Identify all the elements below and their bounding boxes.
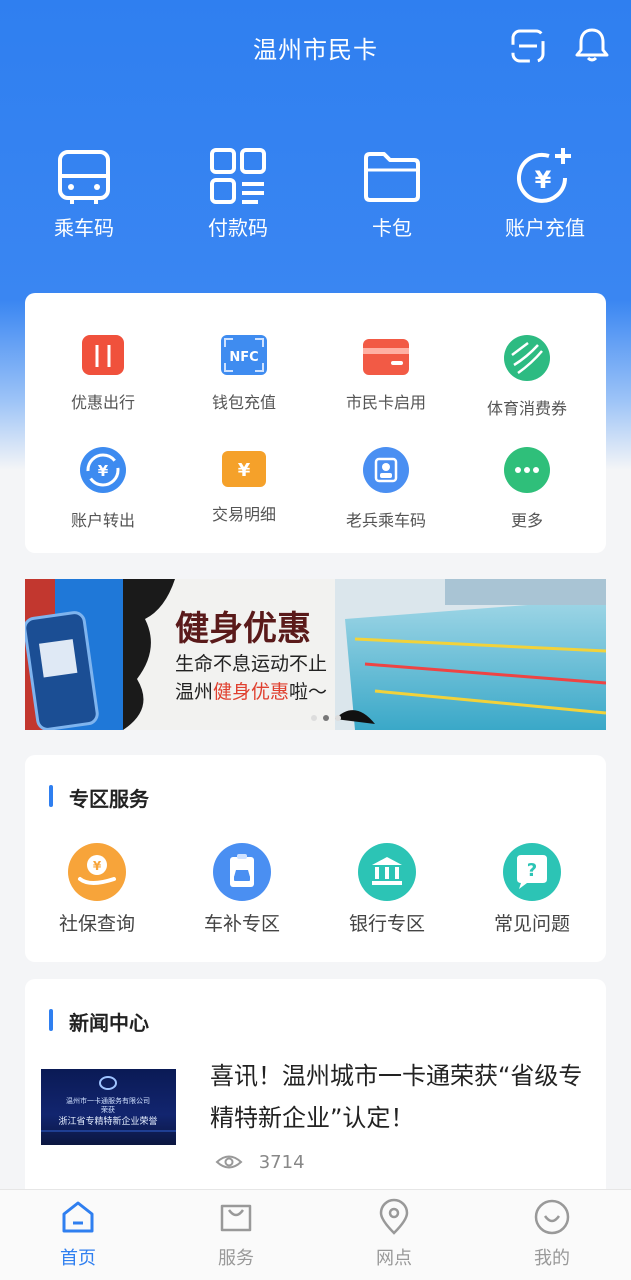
eye-icon xyxy=(215,1155,243,1169)
folder-icon xyxy=(364,152,420,202)
banner-pagination xyxy=(308,706,344,725)
suitcase-icon xyxy=(82,331,124,375)
banner-line2: 温州健身优惠啦～ xyxy=(175,677,327,704)
news-meta: 3714 xyxy=(215,1151,305,1173)
scan-icon[interactable] xyxy=(510,28,546,64)
service-label: 账户转出 xyxy=(70,511,135,530)
tab-mine-label: 我的 xyxy=(534,1248,570,1269)
bus-icon xyxy=(58,150,110,204)
svg-text:¥: ¥ xyxy=(98,462,109,480)
zone-section-title: 专区服务 xyxy=(49,783,149,812)
payment-code-label: 付款码 xyxy=(208,216,268,240)
news-thumb-line3: 浙江省专精特新企业荣誉 xyxy=(58,1115,157,1127)
zone-services-card: 专区服务 ¥ 社保查询 车补专区 银行专区 ? 常见问题 xyxy=(25,755,606,962)
smile-icon xyxy=(534,1199,570,1235)
card-wallet-button[interactable]: 卡包 xyxy=(332,140,452,241)
news-view-count: 3714 xyxy=(258,1151,305,1173)
news-card: 新闻中心 温州市一卡通服务有限公司 荣获 浙江省专精特新企业荣誉 喜讯！温州城市… xyxy=(25,979,606,1219)
tab-services[interactable]: 服务 xyxy=(176,1198,296,1270)
news-section-title: 新闻中心 xyxy=(49,1007,149,1036)
tab-services-label: 服务 xyxy=(218,1248,254,1269)
tab-home-label: 首页 xyxy=(60,1248,96,1269)
service-sports-voucher[interactable]: 体育消费券 xyxy=(457,335,597,419)
service-discount-travel[interactable]: 优惠出行 xyxy=(33,331,173,413)
social-security-icon: ¥ xyxy=(68,843,126,901)
banner-dot[interactable] xyxy=(311,715,317,721)
payment-code-button[interactable]: 付款码 xyxy=(178,140,298,241)
zone-item-label: 车补专区 xyxy=(203,913,280,935)
tab-mine[interactable]: 我的 xyxy=(492,1198,612,1270)
banner-dot-active[interactable] xyxy=(323,715,329,721)
bag-icon xyxy=(220,1204,252,1232)
zone-item-label: 常见问题 xyxy=(493,913,570,935)
question-icon: ? xyxy=(503,843,561,901)
promo-banner[interactable]: 健身优惠 生命不息运动不止 温州健身优惠啦～ xyxy=(25,579,606,730)
banner-line2-prefix: 温州 xyxy=(175,681,214,703)
veteran-icon xyxy=(363,447,409,493)
banner-line2-suffix: 啦～ xyxy=(289,681,328,703)
banner-line1: 生命不息运动不止 xyxy=(175,653,328,675)
service-label: 市民卡启用 xyxy=(345,393,426,412)
news-thumbnail-image: 温州市一卡通服务有限公司 荣获 浙江省专精特新企业荣誉 xyxy=(41,1076,176,1132)
account-recharge-label: 账户充值 xyxy=(505,216,585,240)
ball-icon xyxy=(504,335,550,381)
news-thumb-line2: 荣获 xyxy=(101,1105,115,1114)
service-transactions[interactable]: ¥ 交易明细 xyxy=(174,447,314,525)
service-card-activate[interactable]: 市民卡启用 xyxy=(316,335,456,413)
banner-headline: 健身优惠 xyxy=(175,609,311,649)
svg-text:¥: ¥ xyxy=(535,166,552,194)
account-recharge-button[interactable]: ¥ 账户充值 xyxy=(485,140,605,241)
zone-item-label: 社保查询 xyxy=(58,913,135,935)
tab-home[interactable]: 首页 xyxy=(18,1198,138,1270)
bell-icon[interactable] xyxy=(573,26,611,64)
banner-dot[interactable] xyxy=(335,715,341,721)
service-label: 更多 xyxy=(510,511,543,530)
bus-code-button[interactable]: 乘车码 xyxy=(24,140,144,241)
tab-outlets[interactable]: 网点 xyxy=(334,1198,454,1270)
tab-outlets-label: 网点 xyxy=(376,1248,412,1269)
transfer-icon: ¥ xyxy=(80,447,126,493)
service-label: 钱包充值 xyxy=(211,393,276,412)
banner-line2-highlight: 健身优惠 xyxy=(213,681,290,703)
service-label: 优惠出行 xyxy=(70,393,135,412)
service-label: 交易明细 xyxy=(211,505,276,524)
quick-actions: 乘车码 付款码 卡包 ¥ 账户充值 xyxy=(0,140,631,250)
zone-social-security[interactable]: ¥ 社保查询 xyxy=(27,843,167,936)
svg-text:¥: ¥ xyxy=(93,859,102,873)
service-wallet-topup[interactable]: NFC 钱包充值 xyxy=(174,335,314,413)
zone-bank[interactable]: 银行专区 xyxy=(317,843,457,936)
location-icon xyxy=(379,1198,409,1235)
zone-car-subsidy[interactable]: 车补专区 xyxy=(172,843,312,936)
news-headline[interactable]: 喜讯！温州城市一卡通荣获“省级专精特新企业”认定！ xyxy=(210,1055,590,1139)
news-thumb-line1: 温州市一卡通服务有限公司 xyxy=(66,1096,150,1105)
home-icon xyxy=(62,1201,94,1233)
bus-code-label: 乘车码 xyxy=(54,216,114,240)
service-veteran-bus-code[interactable]: 老兵乘车码 xyxy=(316,447,456,531)
zone-faq[interactable]: ? 常见问题 xyxy=(462,843,602,936)
ticket-icon: ¥ xyxy=(222,451,266,487)
service-account-transfer[interactable]: ¥ 账户转出 xyxy=(33,447,173,531)
svg-text:?: ? xyxy=(527,860,537,881)
zone-item-label: 银行专区 xyxy=(348,913,425,935)
bottom-tab-bar: 首页 服务 网点 我的 xyxy=(0,1189,631,1280)
app-header: 温州市民卡 xyxy=(0,0,631,96)
card-icon xyxy=(363,339,409,375)
recharge-icon: ¥ xyxy=(517,148,571,203)
service-more[interactable]: 更多 xyxy=(457,447,597,531)
more-icon xyxy=(504,447,550,493)
service-label: 老兵乘车码 xyxy=(345,511,426,530)
qr-code-icon xyxy=(210,148,266,204)
service-label: 体育消费券 xyxy=(486,399,567,418)
bank-icon xyxy=(358,843,416,901)
nfc-icon: NFC xyxy=(221,335,267,375)
car-subsidy-icon xyxy=(213,843,271,901)
svg-text:NFC: NFC xyxy=(229,350,258,365)
svg-text:¥: ¥ xyxy=(238,460,251,481)
services-grid: 优惠出行 NFC 钱包充值 市民卡启用 体育消费券 ¥ 账户转出 ¥ 交易明细 xyxy=(25,293,606,553)
news-thumbnail[interactable]: 温州市一卡通服务有限公司 荣获 浙江省专精特新企业荣誉 xyxy=(41,1069,176,1145)
card-wallet-label: 卡包 xyxy=(372,216,412,240)
